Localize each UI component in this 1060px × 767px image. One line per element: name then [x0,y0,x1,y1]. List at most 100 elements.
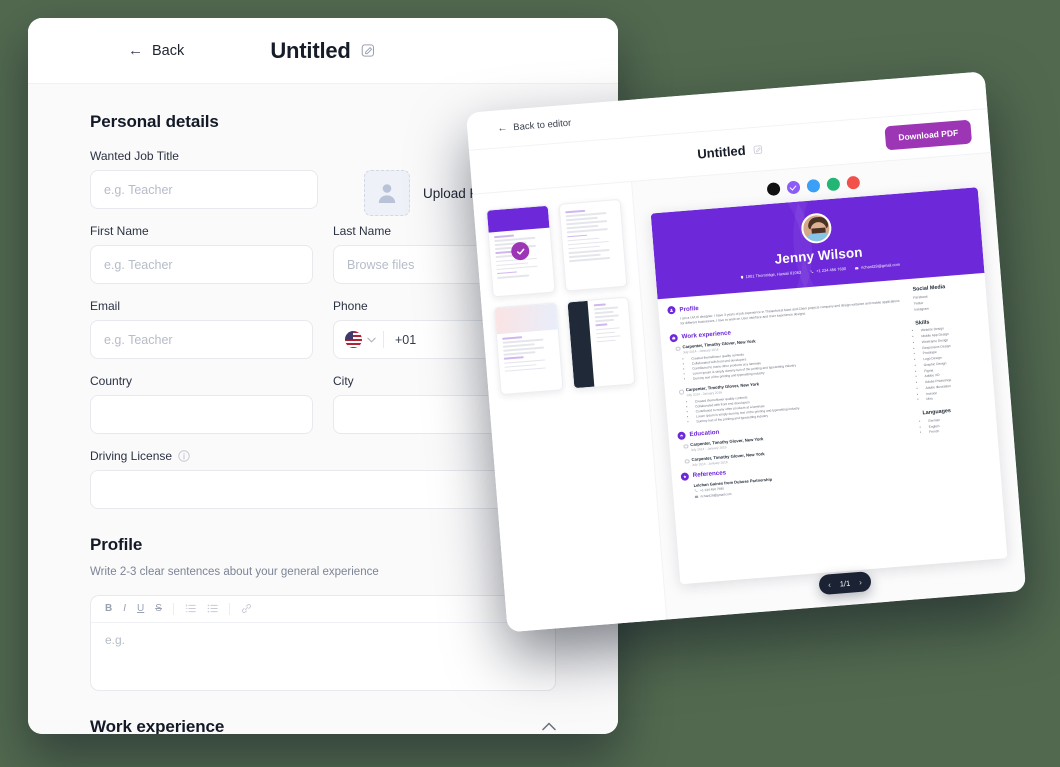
page-navigation[interactable]: ‹ 1/1 › [818,571,872,596]
back-to-editor-button[interactable]: ← Back to editor [497,118,572,135]
strikethrough-button[interactable]: S [155,603,162,614]
resume-address: 1901 Thornridge, Hawaii 81063 [739,270,801,280]
next-page-button[interactable]: › [859,577,862,586]
resume-person-name: Jenny Wilson [774,244,864,267]
template-thumb-plain[interactable] [558,198,628,292]
swatch-black[interactable] [766,182,781,197]
resume-phone-text: +1 234 456 7690 [815,266,847,274]
swatch-green[interactable] [825,177,840,192]
resume-main-column: Profile I am a UI/UX designer. I have 3 … [667,288,923,584]
underline-button[interactable]: U [137,603,144,614]
work-experience-section: Work experience A varied education on yo… [90,717,556,734]
country-field: Country [90,374,313,434]
location-pin-icon [740,275,743,279]
skills-list: Website Design Mobile App Design Wirefra… [921,324,986,403]
resume-phone: +1 234 456 7690 [810,266,846,274]
briefcase-icon [672,336,676,340]
italic-button[interactable]: I [123,603,126,614]
preview-document-title: Untitled [696,142,747,162]
profile-rich-text-editor[interactable]: B I U S e.g. [90,594,556,691]
info-icon[interactable] [178,450,190,462]
wanted-job-title-field: Wanted Job Title e.g. Teacher [90,149,318,209]
resume-columns: Profile I am a UI/UX designer. I have 3 … [658,273,1008,584]
references-badge-icon [680,472,690,481]
chevron-down-icon[interactable] [367,337,376,343]
resume-skills-block: Skills Website Design Mobile App Design … [915,315,985,403]
resume-address-text: 1901 Thornridge, Hawaii 81063 [745,269,802,280]
edit-pencil-icon[interactable] [752,144,763,155]
profile-badge-icon [667,305,676,315]
phone-country-code: +01 [395,332,417,347]
document-title: Untitled [270,37,351,63]
toolbar-divider [172,602,174,615]
work-experience-header[interactable]: Work experience [90,717,556,734]
swatch-purple[interactable] [786,180,801,195]
thumb-lines [589,298,632,350]
arrow-left-icon: ← [496,122,508,135]
first-name-label: First Name [90,224,149,238]
email-field: Email e.g. Teacher [90,299,313,359]
us-flag-icon [345,331,362,348]
template-thumb-dark-sidebar[interactable] [565,296,636,390]
profile-textarea[interactable]: e.g. [91,623,555,657]
resume-social-block: Social Media Facebook Twitter Instagram [912,282,978,314]
driving-license-input[interactable] [90,470,556,509]
resume-languages-block: Languages German English French [922,405,988,436]
graduation-cap-icon [679,434,684,437]
wanted-job-title-input[interactable]: e.g. Teacher [90,170,318,209]
profile-title: Profile [90,535,143,554]
unordered-list-icon[interactable] [207,603,218,614]
user-icon [670,308,674,312]
driving-license-field: Driving License [90,449,556,509]
ordered-list-icon[interactable] [185,603,196,614]
star-icon [683,475,687,478]
envelope-icon [855,266,859,269]
resume-document-area: Jenny Wilson 1901 Thornridge, Hawaii 810… [632,153,1026,619]
arrow-left-icon: ← [128,42,143,59]
personal-details-title: Personal details [90,112,219,131]
page-indicator: 1/1 [839,578,851,589]
country-label: Country [90,374,133,388]
template-thumb-purple[interactable] [485,204,556,298]
phone-icon [810,269,814,273]
download-pdf-button[interactable]: Download PDF [884,119,973,151]
driving-license-label: Driving License [90,449,556,463]
template-thumb-pastel[interactable] [493,302,564,396]
swatch-blue[interactable] [805,178,820,193]
back-to-editor-label: Back to editor [512,117,572,134]
swatch-red[interactable] [845,175,860,190]
wanted-job-title-label: Wanted Job Title [90,149,179,163]
resume-contact-row: 1901 Thornridge, Hawaii 81063 +1 234 456… [739,262,900,280]
phone-divider [383,331,384,348]
prev-page-button[interactable]: ‹ [828,580,831,589]
driving-license-label-text: Driving License [90,449,173,463]
email-input[interactable]: e.g. Teacher [90,320,313,359]
preview-main: Jenny Wilson 1901 Thornridge, Hawaii 810… [472,153,1027,633]
check-icon [516,248,525,255]
resume-side-column: Social Media Facebook Twitter Instagram … [908,282,998,565]
profile-subtitle: Write 2-3 clear sentences about your gen… [90,566,379,578]
edit-pencil-icon[interactable] [361,43,376,58]
app-root: ← Back Untitled Personal details Wanted … [0,0,1060,767]
country-input[interactable] [90,395,313,434]
person-avatar-icon [378,184,396,203]
back-button-label: Back [152,42,185,59]
chevron-up-icon[interactable] [542,722,556,731]
resume-references-title: References [692,469,727,480]
document-title-group: Untitled [270,38,375,64]
toolbar-divider-2 [228,602,230,615]
resume-email: richard28@gmail.com [855,262,900,271]
resume-email-text: richard28@gmail.com [860,261,901,270]
bold-button[interactable]: B [105,603,112,614]
phone-icon [694,489,698,493]
first-name-input[interactable]: e.g. Teacher [90,245,313,284]
work-experience-title: Work experience [90,716,225,734]
back-button[interactable]: ← Back [128,43,184,59]
thumb-lines [559,200,624,269]
graduation-badge-icon [677,430,686,440]
resume-profile-title: Profile [679,304,699,314]
photo-dropzone[interactable] [364,170,410,216]
link-icon[interactable] [241,603,252,614]
languages-list: German English French [928,414,988,436]
email-label: Email [90,299,121,313]
